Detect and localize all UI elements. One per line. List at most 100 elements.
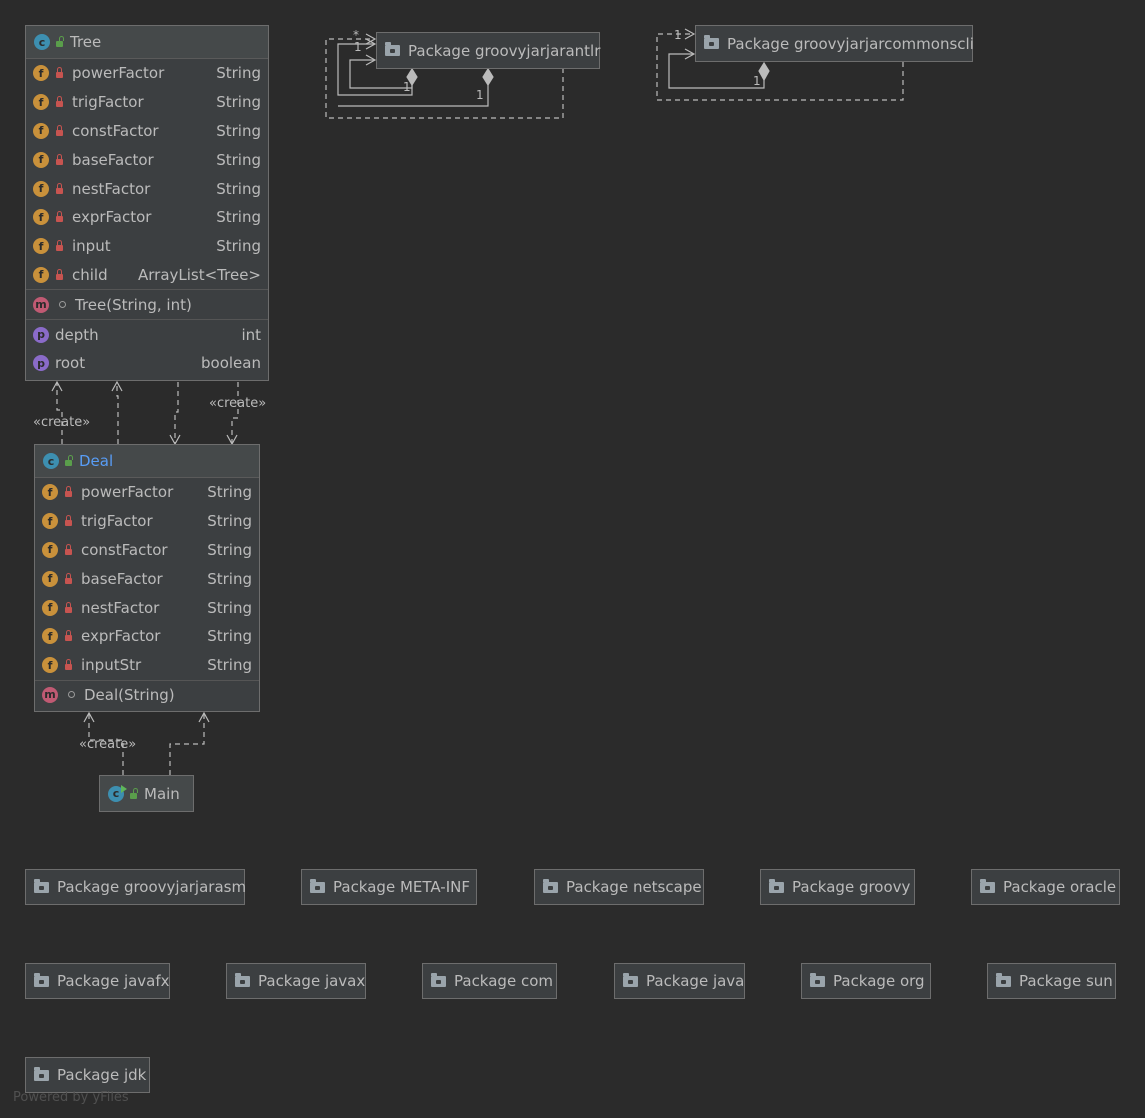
private-lock-icon	[65, 659, 72, 671]
field-icon: f	[33, 238, 49, 255]
class-header: c Tree	[26, 26, 268, 59]
field-row[interactable]: f trigFactor String	[26, 88, 268, 117]
property-icon: p	[33, 355, 49, 372]
field-row[interactable]: f powerFactor String	[26, 59, 268, 88]
package-label: Package groovyjarjarasm	[57, 878, 247, 896]
package-private-icon	[68, 691, 75, 699]
package-node-netscape[interactable]: Package netscape	[534, 869, 704, 905]
package-label: Package javafx	[57, 972, 170, 990]
folder-icon	[310, 878, 325, 893]
class-icon: c	[34, 34, 50, 50]
folder-icon	[235, 972, 250, 987]
private-lock-icon	[56, 153, 63, 165]
package-label: Package sun	[1019, 972, 1113, 990]
edge-deal-tree-create-left	[56, 383, 63, 444]
class-title: Main	[144, 784, 180, 803]
package-label: Package groovy	[792, 878, 911, 896]
method-icon: m	[42, 686, 58, 703]
package-label: Package com	[454, 972, 553, 990]
package-node-com[interactable]: Package com	[422, 963, 557, 999]
package-node-groovy[interactable]: Package groovy	[760, 869, 915, 905]
field-row[interactable]: f exprFactor String	[35, 622, 259, 651]
field-row[interactable]: f nestFactor String	[35, 593, 259, 622]
field-name: powerFactor	[72, 64, 165, 83]
folder-icon	[431, 972, 446, 987]
package-node-jdk[interactable]: Package jdk	[25, 1057, 150, 1093]
method-row[interactable]: m Tree(String, int)	[26, 290, 268, 319]
field-row[interactable]: f baseFactor String	[35, 564, 259, 593]
multiplicity-one: 1	[403, 80, 411, 94]
field-row[interactable]: f trigFactor String	[35, 507, 259, 536]
field-type: String	[207, 598, 252, 617]
package-node-java[interactable]: Package java	[614, 963, 745, 999]
folder-icon	[810, 972, 825, 987]
field-name: powerFactor	[81, 483, 174, 502]
field-icon: f	[42, 484, 58, 501]
method-row[interactable]: m Deal(String)	[35, 681, 259, 710]
class-node-deal[interactable]: c Deal f powerFactor String f trigFactor Stri…	[34, 444, 260, 712]
field-list: f powerFactor String f trigFactor String f cons…	[26, 59, 268, 289]
multiplicity-one: 1	[354, 40, 362, 54]
package-node-groovyjarjarasm[interactable]: Package groovyjarjarasm	[25, 869, 247, 905]
package-node-javax[interactable]: Package javax	[226, 963, 366, 999]
class-header: c Deal	[35, 445, 259, 478]
field-name: baseFactor	[81, 569, 163, 588]
field-row[interactable]: f nestFactor String	[26, 174, 268, 203]
method-icon: m	[33, 296, 49, 313]
field-name: input	[72, 237, 111, 256]
private-lock-icon	[56, 268, 63, 280]
property-row[interactable]: p depth int	[26, 320, 268, 349]
watermark: Powered by yFiles	[13, 1090, 129, 1105]
method-name: Deal(String)	[84, 685, 175, 704]
package-node-sun[interactable]: Package sun	[987, 963, 1116, 999]
create-label-left: «create»	[33, 415, 91, 430]
field-type: String	[207, 483, 252, 502]
field-type: String	[216, 121, 261, 140]
field-row[interactable]: f baseFactor String	[26, 145, 268, 174]
class-node-main[interactable]: c Main	[99, 775, 194, 812]
private-lock-icon	[56, 211, 63, 223]
field-row[interactable]: f powerFactor String	[35, 478, 259, 507]
folder-icon	[980, 878, 995, 893]
folder-icon	[996, 972, 1011, 987]
field-name: exprFactor	[81, 627, 161, 646]
field-type: String	[207, 569, 252, 588]
field-name: inputStr	[81, 656, 142, 675]
field-row[interactable]: f child ArrayList<Tree>	[26, 261, 268, 290]
property-list: p depth int p root boolean	[26, 319, 268, 378]
package-node-meta-inf[interactable]: Package META-INF	[301, 869, 477, 905]
diamond-b	[482, 67, 494, 87]
field-row[interactable]: f constFactor String	[26, 117, 268, 146]
field-row[interactable]: f input String	[26, 232, 268, 261]
package-node-org[interactable]: Package org	[801, 963, 931, 999]
private-lock-icon	[56, 96, 63, 108]
edge-deal-tree-up	[116, 383, 119, 444]
private-lock-icon	[65, 601, 72, 613]
package-label: Package org	[833, 972, 925, 990]
field-row[interactable]: f inputStr String	[35, 651, 259, 680]
property-icon: p	[33, 326, 49, 343]
folder-icon	[704, 35, 719, 49]
field-name: constFactor	[72, 121, 159, 140]
private-lock-icon	[65, 630, 72, 642]
class-node-tree[interactable]: c Tree f powerFactor String f trigFactor Stri…	[25, 25, 269, 381]
package-node-oracle[interactable]: Package oracle	[971, 869, 1120, 905]
package-node-groovyjarjarcommonscli[interactable]: Package groovyjarjarcommonscli	[695, 25, 974, 62]
public-lock-icon	[130, 787, 138, 799]
field-icon: f	[33, 94, 49, 111]
private-lock-icon	[65, 486, 72, 498]
package-label: Package META-INF	[333, 878, 470, 896]
field-row[interactable]: f constFactor String	[35, 536, 259, 565]
package-node-javafx[interactable]: Package javafx	[25, 963, 170, 999]
folder-icon	[34, 1066, 49, 1081]
property-row[interactable]: p root boolean	[26, 349, 268, 378]
field-row[interactable]: f exprFactor String	[26, 203, 268, 232]
package-node-groovyjarjarantlr[interactable]: Package groovyjarjarantlr	[376, 32, 600, 69]
method-name: Tree(String, int)	[75, 295, 192, 314]
private-lock-icon	[65, 572, 72, 584]
field-name: child	[72, 265, 108, 284]
field-icon: f	[33, 266, 49, 283]
edge-tree-deal-down	[174, 382, 179, 443]
folder-icon	[34, 972, 49, 987]
public-lock-icon	[56, 36, 64, 47]
